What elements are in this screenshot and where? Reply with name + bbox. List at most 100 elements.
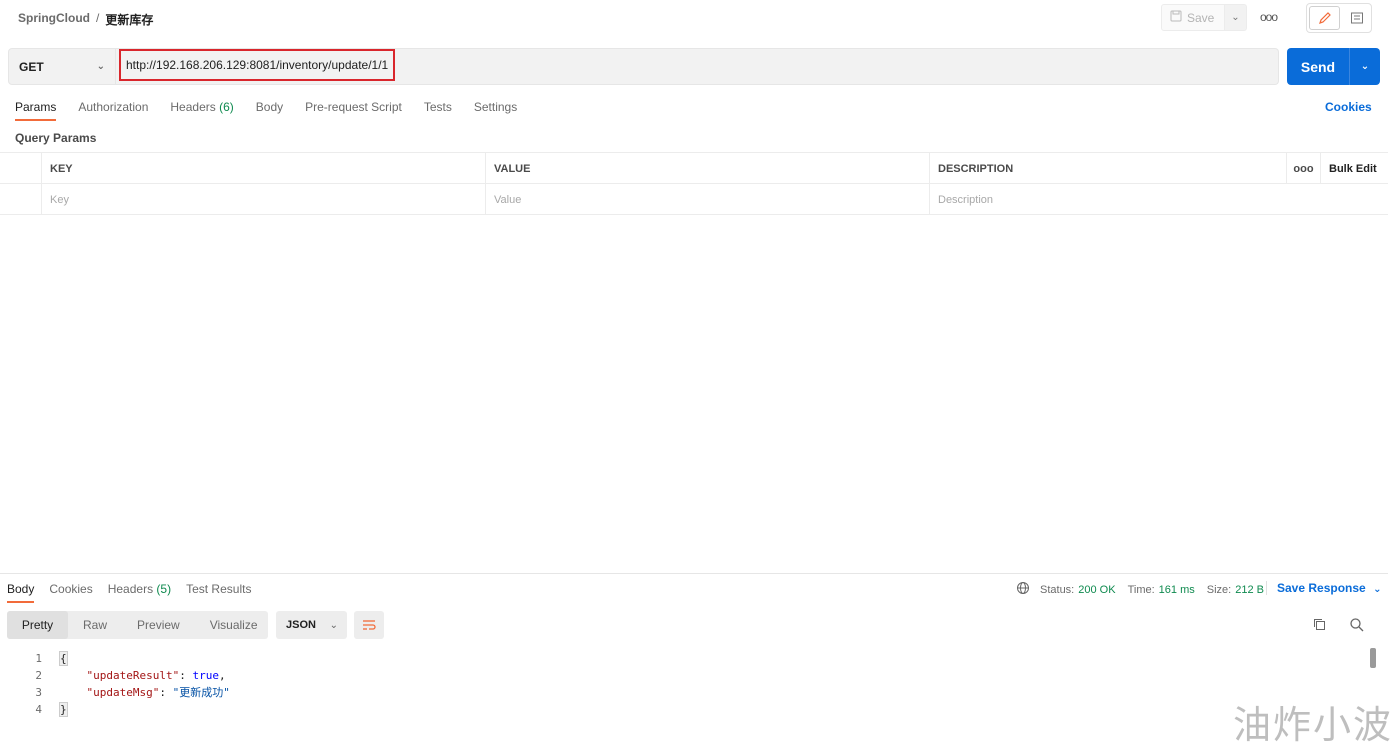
top-bar: SpringCloud / 更新库存 Save ⌄ ooo	[0, 0, 1388, 36]
chevron-down-icon: ⌄	[1373, 584, 1382, 595]
request-tabs: Params Authorization Headers (6) Body Pr…	[15, 100, 539, 121]
documentation-icon[interactable]	[1342, 4, 1371, 32]
tab-headers[interactable]: Headers (6)	[170, 100, 233, 121]
more-options-icon[interactable]: ooo	[1260, 10, 1278, 24]
tab-label: Body	[7, 582, 35, 596]
copy-icon[interactable]	[1312, 617, 1327, 635]
chevron-down-icon: ⌄	[96, 61, 105, 72]
tab-settings[interactable]: Settings	[474, 100, 517, 121]
row-checkbox[interactable]	[0, 184, 42, 215]
view-mode-preview[interactable]: Preview	[122, 611, 195, 639]
response-tab-body[interactable]: Body	[7, 582, 35, 603]
tab-params[interactable]: Params	[15, 100, 57, 121]
response-body-code[interactable]: 1 { 2 "updateResult": true, 3 "updateMsg…	[0, 650, 1366, 718]
view-mode-raw[interactable]: Raw	[68, 611, 122, 639]
watermark: 油炸小波	[1233, 703, 1394, 745]
line-number: 1	[35, 652, 42, 665]
headers-count: (6)	[219, 100, 234, 114]
method-value: GET	[19, 59, 44, 74]
description-column-header: DESCRIPTION	[930, 153, 1287, 184]
code-line: 2 "updateResult": true,	[0, 667, 1366, 684]
format-value: JSON	[286, 619, 316, 631]
breadcrumb-collection[interactable]: SpringCloud	[18, 11, 90, 28]
response-tab-headers[interactable]: Headers (5)	[108, 582, 171, 603]
code-content: "updateResult": true,	[86, 669, 226, 682]
bulk-edit-button[interactable]: Bulk Edit	[1321, 153, 1388, 184]
tab-label: Pre-request Script	[305, 100, 402, 114]
status-label: Status:	[1040, 583, 1075, 596]
save-label: Save	[1187, 10, 1215, 25]
chevron-down-icon: ⌄	[329, 619, 338, 631]
search-icon[interactable]	[1349, 617, 1365, 636]
tab-body[interactable]: Body	[256, 100, 283, 121]
view-mode-switcher: Pretty Raw Preview Visualize	[7, 611, 268, 639]
value-input[interactable]: Value	[486, 184, 930, 215]
save-icon	[1170, 10, 1182, 25]
code-brace-close: }	[59, 702, 68, 717]
time-label: Time:	[1127, 583, 1155, 596]
breadcrumb-separator: /	[96, 11, 100, 25]
code-line: 4 }	[0, 701, 1366, 718]
save-response-button[interactable]: Save Response ⌄	[1266, 581, 1381, 595]
query-params-title: Query Params	[15, 131, 97, 145]
save-response-label: Save Response	[1277, 581, 1366, 595]
save-button[interactable]: Save	[1161, 4, 1225, 31]
tab-label: Params	[15, 100, 57, 114]
response-tab-cookies[interactable]: Cookies	[49, 582, 92, 603]
code-content: "updateMsg": "更新成功"	[86, 686, 230, 699]
url-value-highlighted[interactable]: http://192.168.206.129:8081/inventory/up…	[119, 49, 395, 81]
tab-pre-request-script[interactable]: Pre-request Script	[305, 100, 402, 121]
tab-label: Body	[255, 100, 284, 114]
code-scrollbar[interactable]	[1370, 648, 1376, 668]
tab-label: Authorization	[78, 100, 149, 114]
side-panel-toggle	[1306, 3, 1372, 33]
tab-label: Test Results	[186, 582, 252, 596]
json-value: "更新成功"	[172, 686, 230, 699]
breadcrumb: SpringCloud / 更新库存	[18, 11, 153, 28]
view-mode-visualize[interactable]: Visualize	[195, 611, 273, 639]
tab-tests[interactable]: Tests	[424, 100, 452, 121]
tab-label: Cookies	[49, 582, 93, 596]
status-value[interactable]: 200 OK	[1078, 584, 1115, 596]
view-mode-pretty[interactable]: Pretty	[7, 611, 68, 639]
wrap-lines-icon[interactable]	[354, 611, 384, 639]
code-brace-open: {	[59, 651, 68, 666]
send-button[interactable]: Send ⌄	[1287, 48, 1380, 85]
key-column-header: KEY	[42, 153, 486, 184]
send-label: Send	[1300, 58, 1336, 75]
cookies-link[interactable]: Cookies	[1325, 100, 1372, 114]
response-divider[interactable]	[0, 573, 1388, 574]
tab-label: Headers	[107, 582, 154, 596]
response-tab-test-results[interactable]: Test Results	[186, 582, 251, 603]
response-meta: Status: 200 OK Time: 161 ms Size: 212 B	[1016, 581, 1272, 598]
method-select[interactable]: GET ⌄	[8, 48, 116, 85]
table-header-row: KEY VALUE DESCRIPTION ooo Bulk Edit	[0, 153, 1388, 184]
value-column-header: VALUE	[486, 153, 930, 184]
time-value[interactable]: 161 ms	[1159, 584, 1195, 596]
size-value[interactable]: 212 B	[1235, 584, 1264, 596]
json-key: "updateMsg"	[86, 686, 160, 699]
tab-authorization[interactable]: Authorization	[78, 100, 148, 121]
query-params-table: KEY VALUE DESCRIPTION ooo Bulk Edit Key …	[0, 152, 1388, 215]
column-options-icon[interactable]: ooo	[1287, 153, 1321, 184]
globe-icon[interactable]	[1016, 581, 1030, 598]
description-input[interactable]: Description	[930, 184, 1287, 215]
format-select[interactable]: JSON ⌄	[276, 611, 347, 639]
breadcrumb-request-name[interactable]: 更新库存	[105, 11, 153, 28]
code-content: }	[59, 701, 68, 718]
tab-label: Settings	[473, 100, 518, 114]
key-input[interactable]: Key	[42, 184, 486, 215]
code-line: 3 "updateMsg": "更新成功"	[0, 684, 1366, 701]
tab-label: Headers	[170, 100, 216, 114]
size-label: Size:	[1206, 583, 1232, 596]
line-number: 3	[35, 686, 42, 699]
line-number: 2	[35, 669, 42, 682]
send-options-chevron-down-icon[interactable]: ⌄	[1350, 61, 1380, 72]
response-tabs: Body Cookies Headers (5) Test Results	[7, 582, 266, 603]
save-options-chevron-down-icon[interactable]: ⌄	[1225, 4, 1247, 31]
code-line: 1 {	[0, 650, 1366, 667]
tab-label: Tests	[423, 100, 452, 114]
edit-pencil-icon[interactable]	[1309, 6, 1340, 30]
line-number: 4	[35, 703, 42, 716]
json-value: true	[192, 669, 219, 682]
